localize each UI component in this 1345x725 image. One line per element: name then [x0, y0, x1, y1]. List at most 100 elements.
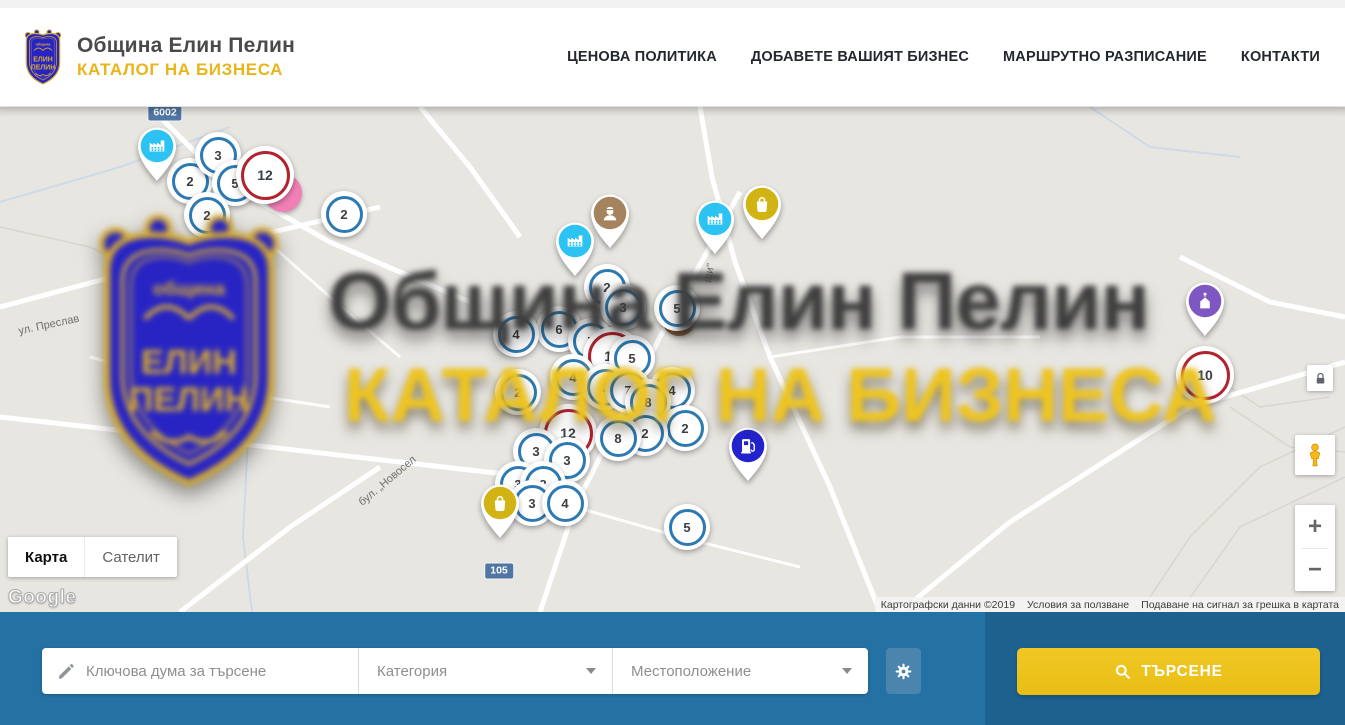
- category-select[interactable]: Категория: [358, 648, 612, 694]
- cluster-ring: 12: [241, 151, 290, 200]
- attribution-link[interactable]: Условия за ползване: [1021, 599, 1135, 611]
- gear-icon: [893, 661, 914, 682]
- map-type-control: Карта Сателит: [8, 537, 177, 577]
- map-type-satellite-button[interactable]: Сателит: [84, 537, 177, 577]
- church-pin[interactable]: [1182, 279, 1228, 337]
- cluster-ring: 2: [500, 374, 537, 411]
- category-placeholder: Категория: [377, 663, 447, 680]
- search-fields-group: Категория Местоположение: [42, 648, 868, 694]
- chevron-down-icon: [586, 668, 596, 674]
- bag-pin[interactable]: [477, 481, 523, 539]
- municipality-crest-logo: община ЕЛИН ПЕЛИН: [22, 29, 64, 86]
- cluster-marker[interactable]: 12: [236, 146, 294, 204]
- cluster-marker[interactable]: 4: [542, 480, 588, 526]
- page-top-strip: [0, 0, 1345, 8]
- cluster-count: 2: [641, 426, 648, 441]
- cluster-marker[interactable]: 3: [600, 284, 646, 330]
- location-placeholder: Местоположение: [631, 663, 751, 680]
- worker-icon: [599, 202, 621, 224]
- cluster-marker[interactable]: 5: [664, 504, 710, 550]
- cluster-count: 5: [683, 520, 690, 535]
- zoom-out-button[interactable]: −: [1295, 549, 1335, 591]
- map-attribution: Картографски данни ©2019Условия за ползв…: [875, 597, 1345, 612]
- pegman-icon: [1302, 442, 1328, 468]
- bag-icon: [751, 193, 773, 215]
- attribution-text: Картографски данни ©2019: [875, 599, 1021, 611]
- nav-item-1[interactable]: ДОБАВЕТЕ ВАШИЯТ БИЗНЕС: [751, 49, 969, 65]
- chevron-down-icon: [842, 668, 852, 674]
- cluster-ring: 2: [326, 196, 363, 233]
- cluster-ring: 2: [667, 410, 704, 447]
- cluster-ring: 8: [600, 420, 637, 457]
- cluster-count: 3: [214, 148, 221, 163]
- cluster-marker[interactable]: 4: [493, 311, 539, 357]
- cluster-count: 3: [532, 444, 539, 459]
- cluster-ring: 2: [189, 197, 226, 234]
- cluster-count: 2: [681, 421, 688, 436]
- cluster-ring: 5: [659, 290, 696, 327]
- cluster-marker[interactable]: 2: [662, 405, 708, 451]
- nav-item-0[interactable]: ЦЕНОВА ПОЛИТИКА: [567, 49, 717, 65]
- factory-pin[interactable]: [134, 124, 180, 182]
- cluster-marker[interactable]: 5: [654, 285, 700, 331]
- fuel-pin[interactable]: [725, 424, 771, 482]
- cluster-count: 6: [555, 322, 562, 337]
- nav-item-2[interactable]: МАРШРУТНО РАЗПИСАНИЕ: [1003, 49, 1207, 65]
- nav-item-3[interactable]: КОНТАКТИ: [1241, 49, 1320, 65]
- keyword-field[interactable]: [42, 648, 358, 694]
- lock-icon: [1313, 371, 1328, 386]
- cluster-ring: 3: [605, 289, 642, 326]
- street-view-pegman[interactable]: [1295, 435, 1335, 475]
- keyword-input[interactable]: [86, 651, 358, 691]
- bag-icon: [489, 492, 511, 514]
- cluster-count: 2: [186, 174, 193, 189]
- factory-pin[interactable]: [692, 197, 738, 255]
- cluster-ring: 10: [1181, 351, 1230, 400]
- cluster-count: 3: [528, 496, 535, 511]
- worker-pin[interactable]: [587, 191, 633, 249]
- cluster-marker[interactable]: 2: [321, 191, 367, 237]
- search-icon: [1114, 663, 1131, 680]
- cluster-count: 5: [628, 351, 635, 366]
- map-type-map-button[interactable]: Карта: [8, 537, 84, 577]
- factory-icon: [146, 135, 168, 157]
- road-badge: 105: [485, 564, 513, 579]
- brand-title: Община Елин Пелин: [77, 34, 295, 58]
- search-button[interactable]: ТЪРСЕНЕ: [1017, 648, 1320, 695]
- search-button-label: ТЪРСЕНЕ: [1141, 663, 1223, 681]
- road-badge: 6002: [148, 107, 181, 121]
- factory-icon: [704, 208, 726, 230]
- factory-icon: [564, 230, 586, 252]
- cluster-count: 4: [512, 327, 519, 342]
- location-select[interactable]: Местоположение: [612, 648, 868, 694]
- cluster-count: 5: [673, 301, 680, 316]
- brand-logo-link[interactable]: община ЕЛИН ПЕЛИН Община Елин Пелин КАТА…: [22, 29, 295, 86]
- cluster-count: 12: [257, 167, 273, 183]
- church-icon: [1194, 290, 1216, 312]
- advanced-search-button[interactable]: [886, 648, 921, 694]
- brand-subtitle: КАТАЛОГ НА БИЗНЕСА: [77, 60, 295, 80]
- cluster-count: 2: [203, 208, 210, 223]
- cluster-count: 8: [614, 431, 621, 446]
- google-logo[interactable]: Google: [8, 587, 76, 609]
- cluster-count: 3: [619, 300, 626, 315]
- fuel-icon: [737, 435, 759, 457]
- main-nav: ЦЕНОВА ПОЛИТИКА ДОБАВЕТЕ ВАШИЯТ БИЗНЕС МАР…: [567, 49, 1320, 65]
- cluster-count: 10: [1197, 367, 1213, 383]
- cluster-marker[interactable]: 2: [495, 369, 541, 415]
- attribution-link[interactable]: Подаване на сигнал за грешка в картата: [1135, 599, 1345, 611]
- cluster-count: 4: [569, 370, 576, 385]
- cluster-marker[interactable]: 2: [184, 192, 230, 238]
- cluster-count: 3: [563, 453, 570, 468]
- zoom-in-button[interactable]: +: [1295, 506, 1335, 548]
- cluster-ring: 4: [547, 485, 584, 522]
- svg-text:ЕЛИН: ЕЛИН: [33, 56, 53, 63]
- bag-pin[interactable]: [739, 182, 785, 240]
- svg-text:община: община: [36, 42, 52, 46]
- map-canvas[interactable]: 235122223564713542274822128333834510: [0, 107, 1345, 612]
- svg-text:ПЕЛИН: ПЕЛИН: [31, 64, 55, 71]
- cluster-marker[interactable]: 10: [1176, 346, 1234, 404]
- cluster-marker[interactable]: 8: [595, 415, 641, 461]
- pencil-icon: [57, 662, 76, 681]
- map-lock-button[interactable]: [1307, 365, 1333, 391]
